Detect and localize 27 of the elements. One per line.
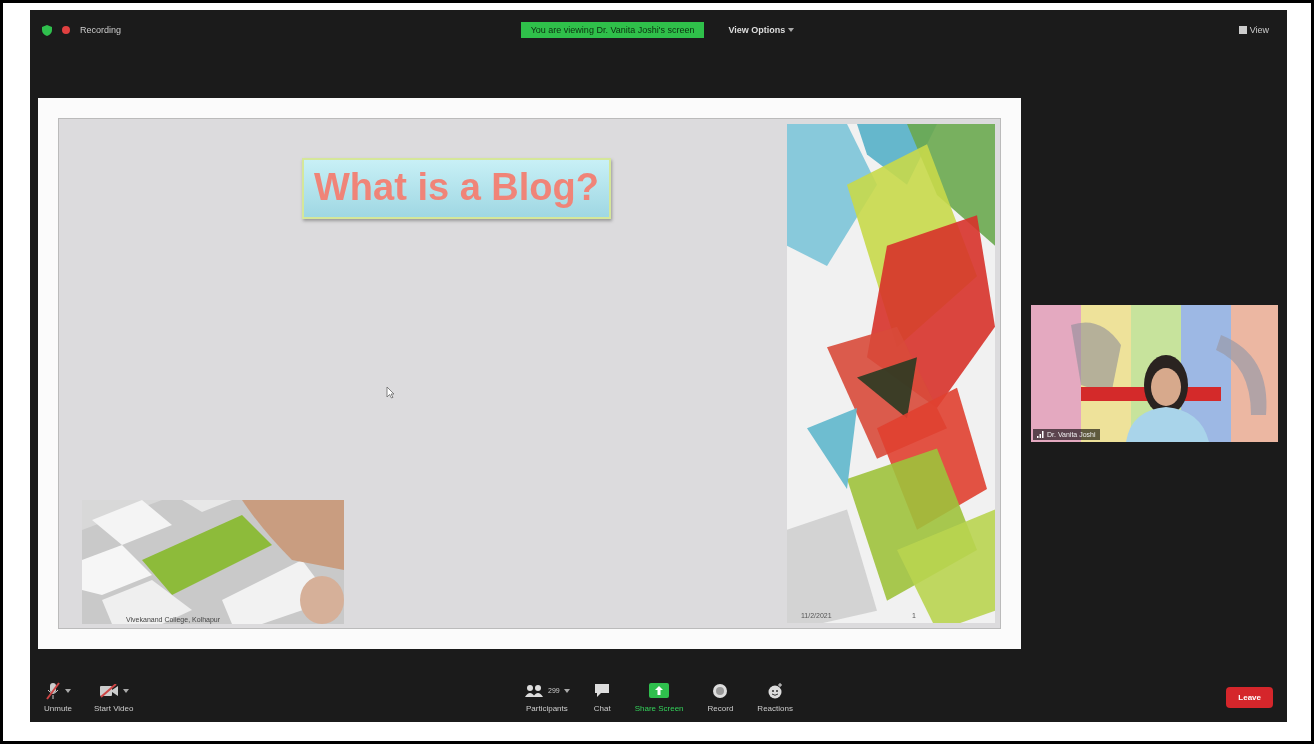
view-options-button[interactable]: View Options: [726, 23, 797, 37]
cursor-icon: [386, 386, 395, 399]
sharing-banner: You are viewing Dr. Vanita Joshi's screen: [520, 22, 705, 38]
record-button[interactable]: Record: [707, 681, 734, 713]
mic-button[interactable]: Unmute: [44, 681, 72, 713]
people-icon: [524, 683, 545, 698]
muted-microphone-icon: [45, 681, 61, 700]
caret-icon[interactable]: [65, 688, 71, 693]
leave-button[interactable]: Leave: [1226, 686, 1273, 708]
view-button[interactable]: View: [1232, 24, 1275, 36]
caret-icon[interactable]: [563, 688, 570, 693]
chat-button[interactable]: Chat: [593, 681, 611, 713]
reactions-button[interactable]: Reactions: [757, 681, 793, 713]
record-icon: [712, 682, 729, 699]
signal-icon: [1037, 431, 1044, 438]
share-button[interactable]: Share Screen: [634, 681, 684, 713]
share-screen-icon: [649, 683, 670, 698]
emoji-icon: [767, 682, 784, 699]
recording-dot-icon: [62, 26, 70, 34]
caret-icon[interactable]: [122, 688, 129, 693]
video-button[interactable]: Start Video: [94, 681, 134, 713]
video-off-icon: [98, 683, 119, 698]
slide-title: What is a Blog?: [302, 158, 611, 219]
chat-icon: [594, 683, 611, 698]
recording-label: Recording: [80, 25, 122, 35]
caret-icon[interactable]: [788, 28, 795, 32]
shield-icon[interactable]: [42, 24, 52, 36]
